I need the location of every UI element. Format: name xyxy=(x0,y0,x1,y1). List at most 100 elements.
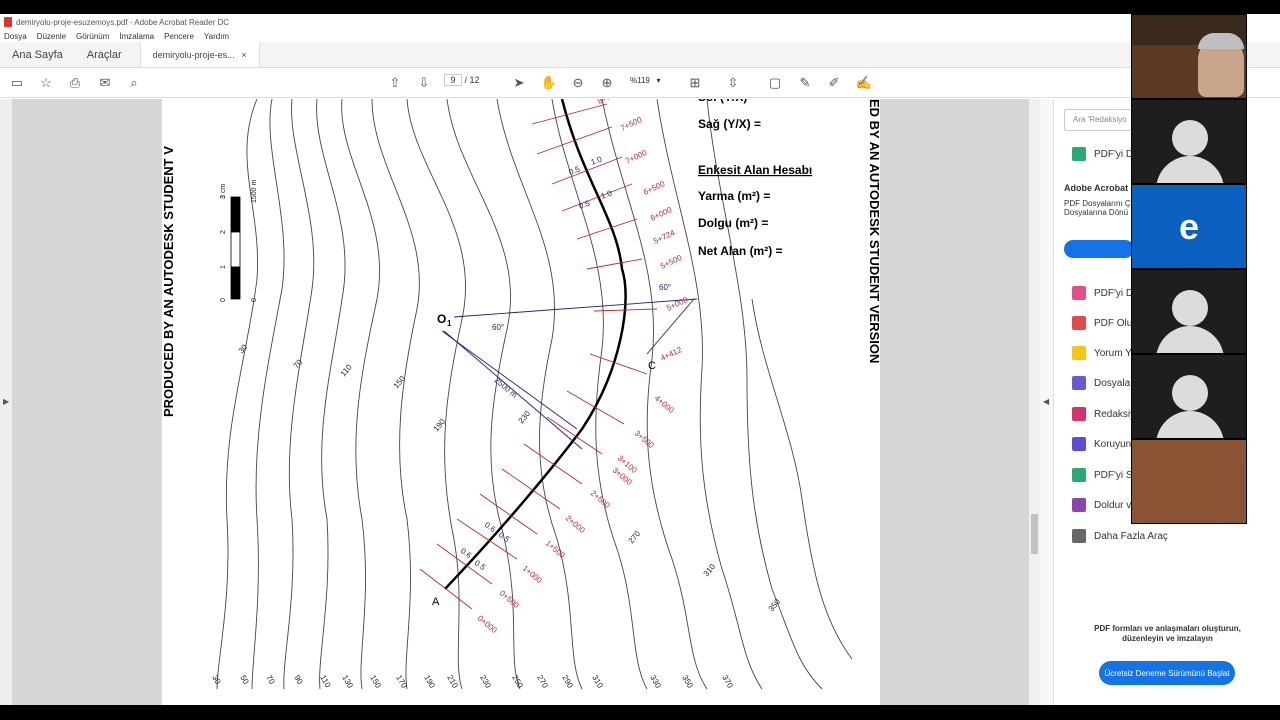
scroll-mode-icon[interactable]: ⇳ xyxy=(724,74,742,92)
window-title: demiryolu-proje-esuzemoys.pdf - Adobe Ac… xyxy=(16,17,229,27)
search-icon[interactable]: ⌕ xyxy=(125,74,143,92)
video-tile-camera xyxy=(1131,439,1247,524)
tab-document[interactable]: demiryolu-proje-es... × xyxy=(139,42,260,67)
star-icon[interactable]: ☆ xyxy=(37,74,55,92)
mail-icon[interactable]: ✉ xyxy=(96,74,114,92)
width-label: 0.6 xyxy=(483,520,498,534)
right-panel-toggle[interactable]: ◀ xyxy=(1040,99,1053,705)
wrench-icon xyxy=(1072,529,1086,543)
zoom-select[interactable]: %119 ▾ xyxy=(630,76,661,85)
tab-home[interactable]: Ana Sayfa xyxy=(0,42,75,67)
tool-label: Dosyala xyxy=(1094,377,1131,389)
video-tile-participant xyxy=(1131,99,1247,184)
tool-compress[interactable]: PDF'yi S xyxy=(1072,468,1133,482)
tab-close-icon[interactable]: × xyxy=(241,50,246,60)
page-up-icon[interactable]: ⇧ xyxy=(386,74,404,92)
bottom-contour-label: 250 xyxy=(510,674,525,691)
tool-label: Doldur v xyxy=(1094,499,1132,511)
print-icon[interactable]: ⎙ xyxy=(66,74,84,92)
bottom-contour-label: 110 xyxy=(318,674,332,690)
collapse-panel-icon[interactable]: ◀ xyxy=(1043,397,1049,406)
menu-item-dosya[interactable]: Dosya xyxy=(4,32,27,41)
fill-sign-icon xyxy=(1072,498,1086,512)
tool-protect[interactable]: Koruyun xyxy=(1072,437,1131,451)
section-area-title: Enkesit Alan Hesabı xyxy=(698,163,812,177)
scroll-thumb[interactable] xyxy=(1031,514,1038,554)
fit-page-icon[interactable]: ⊞ xyxy=(686,74,704,92)
page-down-icon[interactable]: ⇩ xyxy=(415,74,433,92)
comment-tool-icon xyxy=(1072,346,1086,360)
tool-edit-pdf[interactable]: PDF'yi D xyxy=(1072,286,1133,300)
page-separator: / xyxy=(464,75,468,85)
contour-label: 230 xyxy=(517,409,533,425)
scale-tick-label: 3 xyxy=(220,195,227,199)
panel-footer: PDF formları ve anlaşmaları oluşturun, d… xyxy=(1054,624,1280,644)
draw-icon[interactable]: ✐ xyxy=(825,74,843,92)
avatar-head xyxy=(1172,120,1208,156)
tool-redact[interactable]: Redaksiy xyxy=(1072,407,1135,421)
bottom-contour-label: 270 xyxy=(535,674,550,691)
scale-segment xyxy=(230,231,241,268)
station-label: 2+000 xyxy=(564,514,587,536)
station-label: 5+724 xyxy=(652,228,677,246)
comment-icon[interactable]: ▢ xyxy=(766,74,784,92)
promo-title: Adobe Acrobat xyxy=(1064,183,1129,193)
avatar-body xyxy=(1156,411,1224,438)
bottom-contour-label: 130 xyxy=(340,674,355,691)
station-label: 5+000 xyxy=(665,295,690,313)
point-o1-label: O xyxy=(437,312,446,326)
tool-label: PDF'yi D xyxy=(1094,287,1134,299)
promo-line: Dosyalarına Dönü xyxy=(1064,208,1129,217)
radius-label: 2500 m xyxy=(493,376,519,400)
vertical-scrollbar[interactable] xyxy=(1029,99,1040,705)
bottom-contour-label: 50 xyxy=(238,674,251,687)
save-icon[interactable]: ▭ xyxy=(8,74,26,92)
expand-left-icon[interactable]: ▶ xyxy=(3,397,9,406)
page-number-input[interactable]: 9 xyxy=(444,74,462,86)
menu-item-imzalama[interactable]: İmzalama xyxy=(119,32,154,41)
tool-comment[interactable]: Yorum Y xyxy=(1072,346,1132,360)
contour-map: PRODUCED BY AN AUTODESK STUDENT V ED BY A… xyxy=(162,99,880,691)
menu-item-duzenle[interactable]: Düzenle xyxy=(37,32,66,41)
scale-tick-label: 2 xyxy=(220,230,227,234)
tab-tools[interactable]: Araçlar xyxy=(75,42,134,67)
video-tile-letter: e xyxy=(1131,184,1247,269)
menu-item-gorunum[interactable]: Görünüm xyxy=(76,32,109,41)
tool-export-pdf[interactable]: PDF'yi D xyxy=(1072,147,1133,161)
station-label: 7+500 xyxy=(619,115,644,133)
tool-label: PDF Olu xyxy=(1094,317,1133,329)
bottom-contour-label: 290 xyxy=(560,674,575,691)
width-label: 0.5 xyxy=(568,164,582,176)
select-cursor-icon[interactable]: ➤ xyxy=(510,74,528,92)
tool-combine[interactable]: Dosyala xyxy=(1072,376,1130,390)
tab-home-label: Ana Sayfa xyxy=(12,48,63,61)
promo-button[interactable] xyxy=(1064,240,1134,258)
watermark-left: PRODUCED BY AN AUTODESK STUDENT V xyxy=(162,146,176,417)
zoom-in-icon[interactable]: ⊕ xyxy=(598,74,616,92)
sign-icon[interactable]: ✍ xyxy=(855,74,873,92)
tab-tools-label: Araçlar xyxy=(86,48,122,61)
menu-bar: Dosya Düzenle Görünüm İmzalama Pencere Y… xyxy=(0,30,1280,42)
station-label: 0+000 xyxy=(476,614,499,636)
bottom-contour-label: 90 xyxy=(292,674,305,687)
menu-item-pencere[interactable]: Pencere xyxy=(164,32,194,41)
bottom-contour-label: 190 xyxy=(422,674,437,691)
highlight-icon[interactable]: ✎ xyxy=(796,74,814,92)
edit-pdf-icon xyxy=(1072,286,1086,300)
tool-create-pdf[interactable]: PDF Olu xyxy=(1072,316,1132,330)
contour-label: 310 xyxy=(702,562,718,578)
video-tile-presenter xyxy=(1131,14,1247,99)
redact-icon xyxy=(1072,407,1086,421)
tool-more[interactable]: Daha Fazla Araç xyxy=(1072,529,1168,543)
tool-fill-sign[interactable]: Doldur v xyxy=(1072,498,1131,512)
cut-area-label: Yarma (m²) = xyxy=(698,189,770,203)
free-trial-button[interactable]: Ücretsiz Deneme Sürümünü Başlat xyxy=(1099,661,1235,685)
menu-item-yardim[interactable]: Yardım xyxy=(204,32,229,41)
hand-tool-icon[interactable]: ✋ xyxy=(540,74,558,92)
net-area-label: Net Alan (m²) = xyxy=(698,244,783,258)
station-label: 5+500 xyxy=(659,253,684,271)
footer-line: düzenleyin ve imzalayın xyxy=(1122,634,1213,643)
tool-label: Daha Fazla Araç xyxy=(1094,530,1168,542)
zoom-out-icon[interactable]: ⊖ xyxy=(569,74,587,92)
contour-label: 70 xyxy=(292,357,305,370)
